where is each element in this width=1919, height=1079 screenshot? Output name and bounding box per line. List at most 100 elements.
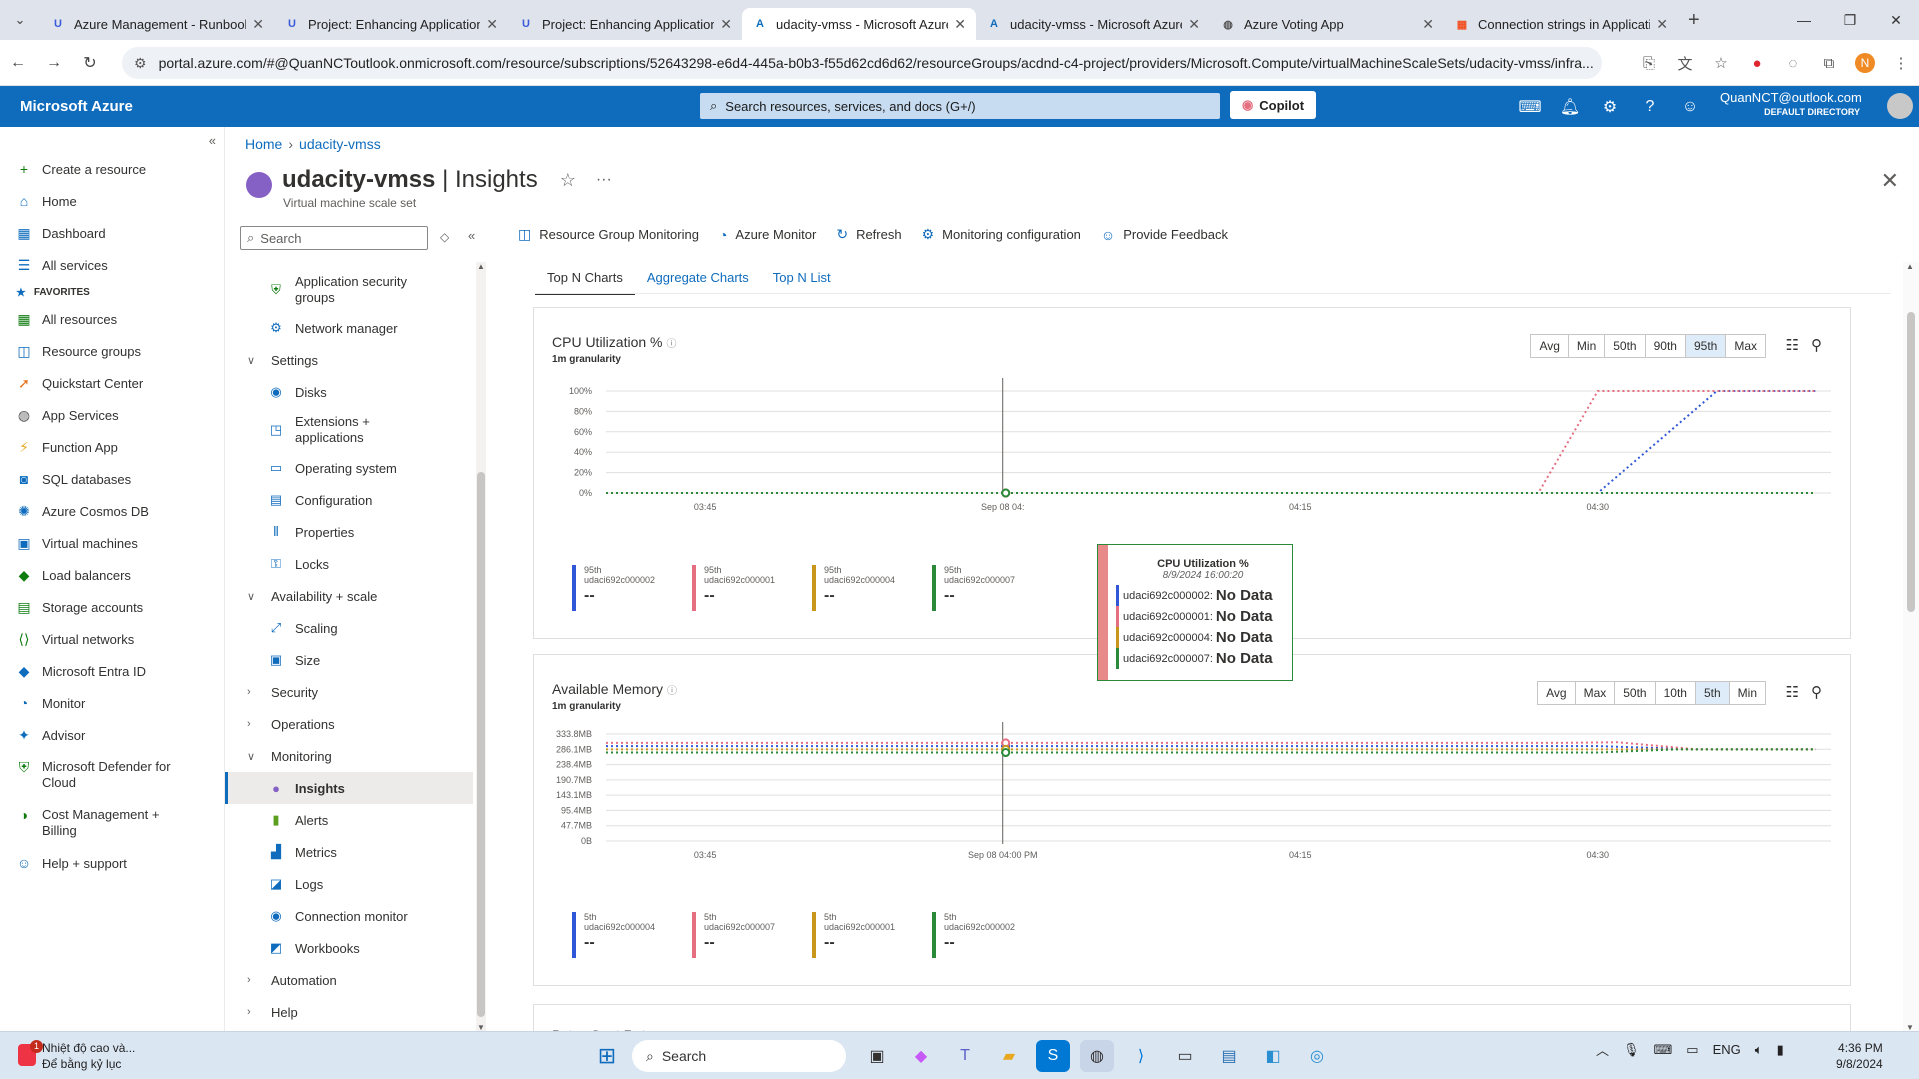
legend-item[interactable]: 5th udaci692c000004 --: [572, 912, 692, 958]
menu-group[interactable]: › Help: [225, 996, 473, 1028]
tab-search-menu-icon[interactable]: ⌄: [0, 12, 40, 28]
close-blade-icon[interactable]: ✕: [1881, 168, 1899, 194]
command-button[interactable]: ⚙ Monitoring configuration: [922, 226, 1081, 243]
menu-group[interactable]: ∨ Settings: [225, 344, 473, 376]
microphone-icon[interactable]: 🎙︎: [1623, 1042, 1640, 1058]
nav-item[interactable]: ✦ Advisor: [0, 719, 224, 751]
legend-item[interactable]: 95th udaci692c000001 --: [692, 565, 812, 611]
help-icon[interactable]: ?: [1630, 98, 1670, 116]
profile-avatar[interactable]: N: [1847, 53, 1883, 73]
nav-item[interactable]: ☺ Help + support: [0, 847, 224, 879]
nav-item[interactable]: ⌂ Home: [0, 185, 224, 217]
close-tab-icon[interactable]: ✕: [1188, 16, 1200, 33]
breadcrumb-resource[interactable]: udacity-vmss: [299, 136, 381, 152]
close-tab-icon[interactable]: ✕: [252, 16, 264, 33]
avatar[interactable]: [1887, 93, 1913, 119]
blade-menu-scrollbar[interactable]: ▲ ▼: [476, 262, 486, 1032]
browser-tab[interactable]: ◍ Azure Voting App ✕: [1210, 8, 1444, 40]
menu-group[interactable]: › Operations: [225, 708, 473, 740]
menu-item[interactable]: ⦀ Properties: [225, 516, 473, 548]
address-bar[interactable]: ⚙ portal.azure.com/#@QuanNCToutlook.onmi…: [122, 47, 1602, 79]
nav-item[interactable]: ◍ App Services: [0, 399, 224, 431]
favorite-star-icon[interactable]: ☆: [560, 170, 576, 191]
nav-item[interactable]: ⛨ Microsoft Defender for Cloud: [0, 751, 224, 799]
blade-menu-scroll-thumb[interactable]: [477, 472, 485, 1017]
close-tab-icon[interactable]: ✕: [1422, 16, 1434, 33]
nav-item[interactable]: ▦ All resources: [0, 303, 224, 335]
copilot-app-icon[interactable]: ◆: [904, 1040, 938, 1072]
teams-icon[interactable]: T: [948, 1040, 982, 1072]
skype-icon[interactable]: S: [1036, 1040, 1070, 1072]
menu-item[interactable]: ⚿ Locks: [225, 548, 473, 580]
close-tab-icon[interactable]: ✕: [954, 16, 966, 33]
file-explorer-icon[interactable]: ▰: [992, 1040, 1026, 1072]
insight-tab[interactable]: Aggregate Charts: [635, 264, 761, 295]
legend-item[interactable]: 5th udaci692c000001 --: [812, 912, 932, 958]
nav-item[interactable]: ➚ Quickstart Center: [0, 367, 224, 399]
menu-item[interactable]: ◪ Logs: [225, 868, 473, 900]
browser-tab[interactable]: Audacity-vmss - Microsoft Azure ✕: [976, 8, 1210, 40]
legend-item[interactable]: 95th udaci692c000002 --: [572, 565, 692, 611]
menu-group[interactable]: ∨ Monitoring: [225, 740, 473, 772]
scroll-up-icon[interactable]: ▲: [1906, 262, 1914, 271]
back-icon[interactable]: ←: [0, 54, 36, 72]
scroll-up-icon[interactable]: ▲: [477, 262, 485, 271]
paint-icon[interactable]: ◧: [1256, 1040, 1290, 1072]
account-menu[interactable]: QuanNCT@outlook.com DEFAULT DIRECTORY: [1720, 91, 1900, 119]
terminal-icon[interactable]: ▭: [1168, 1040, 1202, 1072]
cloud-shell-icon[interactable]: ⌨: [1510, 97, 1550, 117]
nav-item[interactable]: ▤ Storage accounts: [0, 591, 224, 623]
display-icon[interactable]: ▭: [1686, 1042, 1698, 1058]
close-tab-icon[interactable]: ✕: [720, 16, 732, 33]
browser-menu-icon[interactable]: ⋮: [1883, 54, 1919, 72]
nav-item[interactable]: ▣ Virtual machines: [0, 527, 224, 559]
menu-item[interactable]: ▣ Size: [225, 644, 473, 676]
install-app-icon[interactable]: ⎘: [1631, 55, 1667, 72]
menu-group[interactable]: › Automation: [225, 964, 473, 996]
feedback-icon[interactable]: ☺: [1670, 98, 1710, 116]
nav-item[interactable]: ◙ SQL databases: [0, 463, 224, 495]
nav-item[interactable]: ◫ Resource groups: [0, 335, 224, 367]
forward-icon[interactable]: →: [36, 54, 72, 72]
bookmark-star-icon[interactable]: ☆: [1703, 54, 1739, 72]
windows-start-icon[interactable]: ⊞: [590, 1040, 624, 1072]
nav-item[interactable]: ✺ Azure Cosmos DB: [0, 495, 224, 527]
legend-item[interactable]: 95th udaci692c000004 --: [812, 565, 932, 611]
collapse-menu-icon[interactable]: «: [468, 228, 475, 243]
minimize-icon[interactable]: —: [1781, 0, 1827, 40]
nav-item[interactable]: ⚡︎ Function App: [0, 431, 224, 463]
command-button[interactable]: ☺ Provide Feedback: [1101, 227, 1228, 243]
menu-item[interactable]: ▮ Alerts: [225, 804, 473, 836]
taskbar-search[interactable]: ⌕ Search: [632, 1040, 846, 1072]
browser-tab[interactable]: U Project: Enhancing Applications ✕: [508, 8, 742, 40]
legend-item[interactable]: 5th udaci692c000007 --: [692, 912, 812, 958]
extensions-puzzle-icon[interactable]: ⧉: [1811, 55, 1847, 72]
new-tab-button[interactable]: +: [1688, 9, 1700, 32]
vscode-icon[interactable]: ⟩: [1124, 1040, 1158, 1072]
menu-item[interactable]: ⤢ Scaling: [225, 612, 473, 644]
menu-item[interactable]: ◩ Workbooks: [225, 932, 473, 964]
nav-item[interactable]: ◔ Monitor: [0, 687, 224, 719]
menu-item[interactable]: ◉ Connection monitor: [225, 900, 473, 932]
insight-tab[interactable]: Top N List: [761, 264, 843, 295]
task-view-icon[interactable]: ▣: [860, 1040, 894, 1072]
menu-item[interactable]: ● Insights: [225, 772, 473, 804]
browser-tab[interactable]: ▦ Connection strings in Applicatio ✕: [1444, 8, 1678, 40]
maximize-icon[interactable]: ❐: [1827, 0, 1873, 40]
command-button[interactable]: ↻ Refresh: [836, 226, 901, 243]
nav-item[interactable]: ☰ All services: [0, 249, 224, 281]
close-window-icon[interactable]: ✕: [1873, 0, 1919, 40]
reload-icon[interactable]: ↻: [72, 53, 108, 73]
language-indicator[interactable]: ENG: [1713, 1042, 1741, 1057]
site-info-icon[interactable]: ⚙: [134, 55, 147, 72]
extension-icon-grey[interactable]: ◌: [1775, 55, 1811, 72]
settings-gear-icon[interactable]: ⚙: [1590, 97, 1630, 117]
global-search-input[interactable]: ⌕ Search resources, services, and docs (…: [700, 93, 1220, 119]
browser-tab[interactable]: Audacity-vmss - Microsoft Azure ✕: [742, 8, 976, 40]
close-tab-icon[interactable]: ✕: [1656, 16, 1668, 33]
browser-tab[interactable]: U Project: Enhancing Applications ✕: [274, 8, 508, 40]
blade-search-input[interactable]: ⌕ Search: [240, 226, 428, 250]
notepad-icon[interactable]: ▤: [1212, 1040, 1246, 1072]
menu-item[interactable]: ◉ Disks: [225, 376, 473, 408]
tray-chevron-icon[interactable]: ︿: [1596, 1040, 1609, 1059]
